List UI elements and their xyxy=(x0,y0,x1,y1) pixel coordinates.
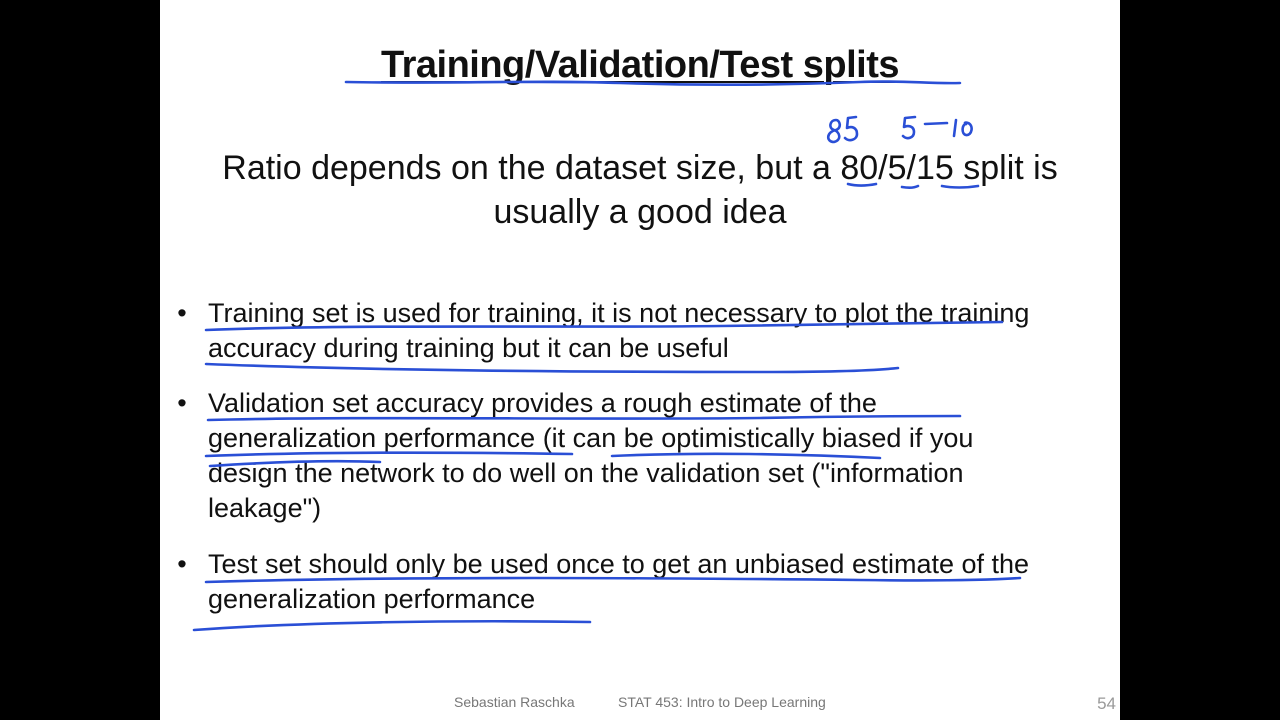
bullet-marker: • xyxy=(177,549,187,579)
bullet-marker: • xyxy=(177,298,187,328)
page-number: 54 xyxy=(1097,694,1116,713)
slide: Training/Validation/Test splits Ratio de… xyxy=(160,0,1120,720)
bullet-text: Training set is used for training, it is… xyxy=(208,298,1030,363)
footer-course: STAT 453: Intro to Deep Learning xyxy=(618,694,826,710)
bullet-text: Test set should only be used once to get… xyxy=(208,549,1030,614)
bullet-text: Validation set accuracy provides a rough… xyxy=(208,388,974,523)
footer-author: Sebastian Raschka xyxy=(454,694,575,710)
bullet-list: • Training set is used for training, it … xyxy=(160,0,1120,720)
bullet-marker: • xyxy=(177,388,187,418)
